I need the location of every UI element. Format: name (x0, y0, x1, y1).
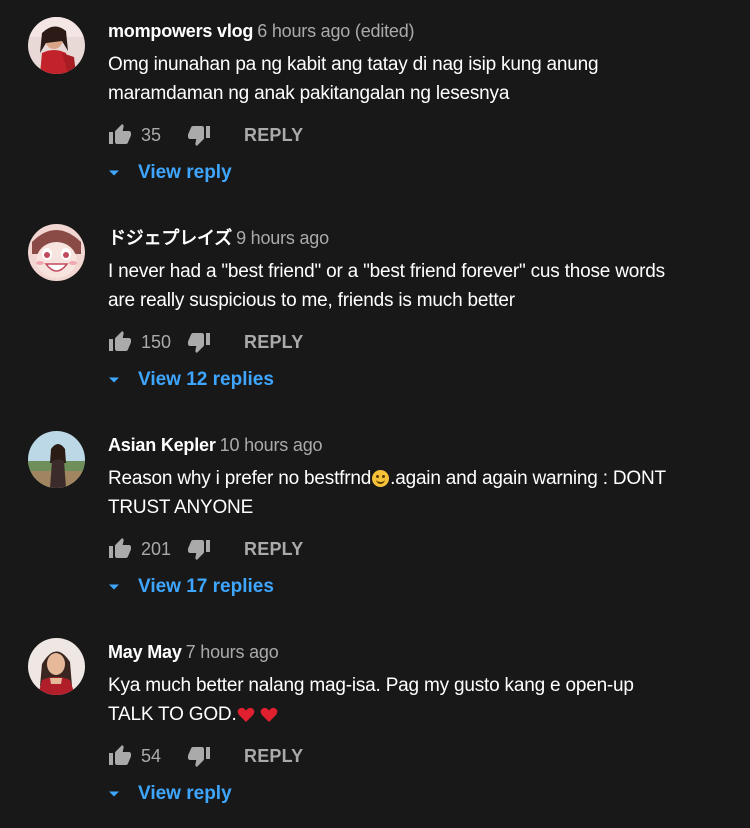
comment: May May 7 hours ago Kya much better nalan… (0, 621, 750, 828)
smile-emoji-icon (372, 470, 390, 487)
author-name[interactable]: ドジェプレイズ (108, 228, 232, 248)
thumb-up-icon[interactable] (108, 330, 132, 354)
avatar[interactable] (28, 431, 85, 488)
comment-text-part: Kya much better nalang mag-isa. Pag my g… (108, 675, 634, 725)
comment: ドジェプレイズ 9 hours ago I never had a "best f… (0, 207, 750, 414)
comments-list: mompowers vlog 6 hours ago (edited) Omg i… (0, 0, 750, 818)
avatar-image (28, 17, 85, 74)
comment-header: mompowers vlog 6 hours ago (edited) (108, 19, 415, 43)
comment-text-part: Reason why i prefer no bestfrnd (108, 468, 372, 489)
like-count: 150 (141, 331, 172, 352)
author-name[interactable]: mompowers vlog (108, 21, 253, 41)
author-name[interactable]: May May (108, 642, 182, 662)
comment-header: ドジェプレイズ 9 hours ago (108, 226, 329, 250)
view-replies-button[interactable]: View 12 replies (108, 369, 274, 391)
view-replies-label: View reply (138, 783, 232, 804)
avatar[interactable] (28, 17, 85, 74)
like-count: 35 (141, 124, 162, 145)
reply-button[interactable]: REPLY (244, 125, 303, 146)
avatar-image (28, 638, 85, 695)
comment: mompowers vlog 6 hours ago (edited) Omg i… (0, 0, 750, 207)
view-replies-label: View 17 replies (138, 576, 274, 597)
reply-button[interactable]: REPLY (244, 332, 303, 353)
chevron-down-icon (109, 377, 119, 383)
avatar[interactable] (28, 224, 85, 281)
thumb-up-icon[interactable] (108, 537, 132, 561)
comment-header: Asian Kepler 10 hours ago (108, 433, 323, 457)
like-count: 201 (141, 538, 172, 559)
comment-text: Omg inunahan pa ng kabit ang tatay di na… (108, 54, 599, 104)
view-replies-button[interactable]: View reply (108, 783, 232, 805)
thumb-down-icon[interactable] (187, 330, 211, 354)
comment-text: I never had a "best friend" or a "best f… (108, 261, 665, 311)
timestamp[interactable]: 10 hours ago (220, 435, 323, 455)
comment-actions: 201 REPLY (108, 536, 303, 562)
author-name[interactable]: Asian Kepler (108, 435, 216, 455)
view-replies-button[interactable]: View reply (108, 162, 232, 184)
comment-text: Reason why i prefer no bestfrnd .again an… (108, 464, 678, 522)
like-count: 54 (141, 745, 162, 766)
view-replies-label: View reply (138, 162, 232, 183)
avatar[interactable] (28, 638, 85, 695)
reply-button[interactable]: REPLY (244, 539, 303, 560)
heart-emoji-icon (260, 707, 278, 722)
thumb-down-icon[interactable] (187, 744, 211, 768)
chevron-down-icon (109, 170, 119, 176)
comment-actions: 35 REPLY (108, 122, 303, 148)
timestamp[interactable]: 9 hours ago (236, 228, 329, 248)
view-replies-button[interactable]: View 17 replies (108, 576, 274, 598)
comment-text: Kya much better nalang mag-isa. Pag my g… (108, 671, 678, 729)
reply-button[interactable]: REPLY (244, 746, 303, 767)
chevron-down-icon (109, 584, 119, 590)
timestamp[interactable]: 7 hours ago (186, 642, 279, 662)
thumb-up-icon[interactable] (108, 123, 132, 147)
comment-header: May May 7 hours ago (108, 640, 279, 664)
avatar-image (28, 431, 85, 488)
comment-actions: 54 REPLY (108, 743, 303, 769)
chevron-down-icon (109, 791, 119, 797)
heart-emoji-icon (237, 707, 254, 722)
comment-actions: 150 REPLY (108, 329, 303, 355)
thumb-down-icon[interactable] (187, 123, 211, 147)
avatar-image (28, 224, 85, 281)
comment: Asian Kepler 10 hours ago Reason why i pr… (0, 414, 750, 621)
thumb-down-icon[interactable] (187, 537, 211, 561)
thumb-up-icon[interactable] (108, 744, 132, 768)
timestamp[interactable]: 6 hours ago (edited) (257, 21, 414, 41)
view-replies-label: View 12 replies (138, 369, 274, 390)
